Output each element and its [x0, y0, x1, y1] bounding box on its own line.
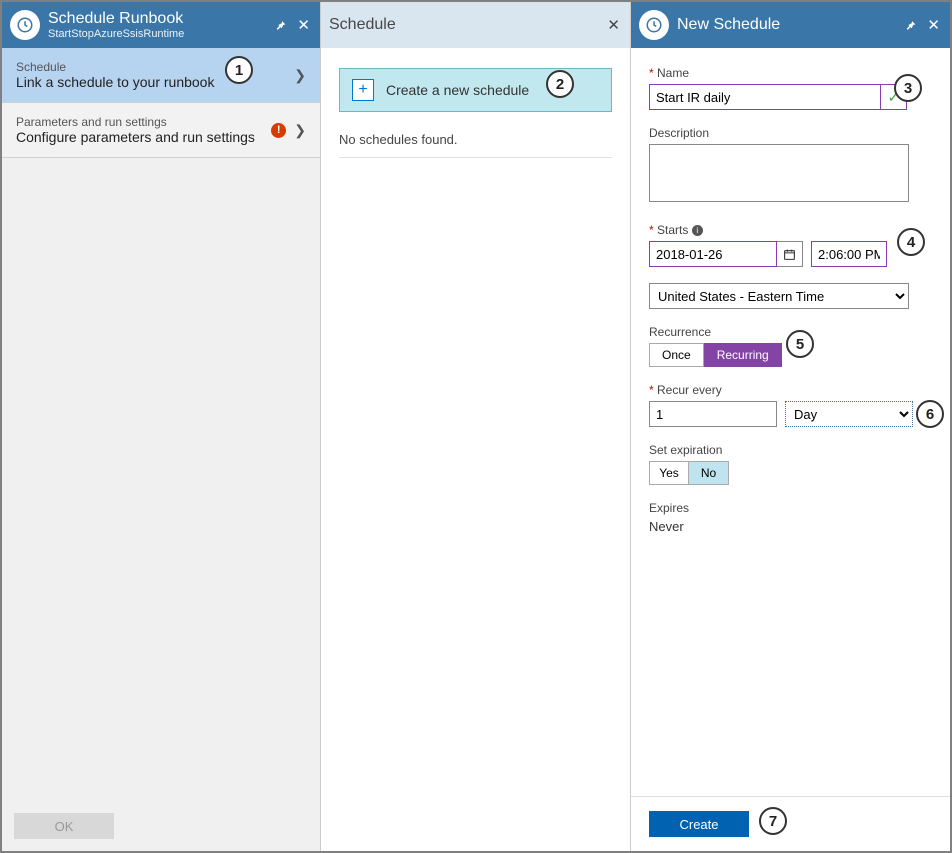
timezone-select[interactable]: United States - Eastern Time: [649, 283, 909, 309]
blade3-header: New Schedule ✕: [631, 2, 950, 48]
description-label: Description: [649, 126, 932, 140]
starts-label: Starts i: [649, 223, 932, 237]
callout-6: 6: [916, 400, 944, 428]
step-big: Link a schedule to your runbook: [16, 74, 214, 90]
blade2-header: Schedule ✕: [321, 2, 630, 48]
name-label: Name: [649, 66, 932, 80]
name-input[interactable]: [649, 84, 881, 110]
callout-5: 5: [786, 330, 814, 358]
blade-new-schedule: New Schedule ✕ Name ✓ Description: [631, 2, 950, 851]
step-big: Configure parameters and run settings: [16, 129, 255, 145]
callout-4: 4: [897, 228, 925, 256]
close-icon[interactable]: ✕: [607, 16, 620, 34]
expiration-yes[interactable]: Yes: [649, 461, 689, 485]
clock-icon: [10, 10, 40, 40]
start-date-input[interactable]: [649, 241, 777, 267]
close-icon[interactable]: ✕: [297, 16, 310, 34]
recur-count-input[interactable]: [649, 401, 777, 427]
close-icon[interactable]: ✕: [927, 16, 940, 34]
step-link-schedule[interactable]: Schedule Link a schedule to your runbook…: [2, 48, 320, 103]
chevron-right-icon: ❯: [294, 67, 306, 84]
callout-7: 7: [759, 807, 787, 835]
recurrence-once[interactable]: Once: [649, 343, 704, 367]
step-small: Parameters and run settings: [16, 115, 255, 129]
expires-value: Never: [649, 519, 932, 534]
blade-schedule-runbook: Schedule Runbook StartStopAzureSsisRunti…: [2, 2, 321, 851]
alert-icon: !: [271, 123, 286, 138]
plus-icon: +: [352, 79, 374, 101]
blade2-title: Schedule: [329, 16, 607, 34]
create-bar: Create: [631, 796, 950, 851]
callout-2: 2: [546, 70, 574, 98]
chevron-right-icon: ❯: [294, 122, 306, 139]
recur-every-label: Recur every: [649, 383, 932, 397]
blade1-header: Schedule Runbook StartStopAzureSsisRunti…: [2, 2, 320, 48]
step-small: Schedule: [16, 60, 214, 74]
create-button[interactable]: Create: [649, 811, 749, 837]
ok-button[interactable]: OK: [14, 813, 114, 839]
start-time-input[interactable]: [811, 241, 887, 267]
callout-3: 3: [894, 74, 922, 102]
blade1-title: Schedule Runbook: [48, 10, 274, 28]
blade1-subtitle: StartStopAzureSsisRuntime: [48, 28, 274, 40]
clock-icon: [639, 10, 669, 40]
callout-1: 1: [225, 56, 253, 84]
calendar-icon[interactable]: [777, 241, 803, 267]
ok-bar: OK: [2, 801, 320, 851]
description-input[interactable]: [649, 144, 909, 202]
expires-label: Expires: [649, 501, 932, 515]
expiration-toggle: Yes No: [649, 461, 932, 485]
blade-schedule: Schedule ✕ + Create a new schedule No sc…: [321, 2, 631, 851]
step-configure-params[interactable]: Parameters and run settings Configure pa…: [2, 103, 320, 158]
set-expiration-label: Set expiration: [649, 443, 932, 457]
recurrence-recurring[interactable]: Recurring: [704, 343, 782, 367]
pin-icon[interactable]: [904, 19, 917, 32]
expiration-no[interactable]: No: [689, 461, 729, 485]
no-schedules-message: No schedules found.: [339, 132, 612, 158]
blade3-title: New Schedule: [677, 16, 904, 34]
info-icon[interactable]: i: [692, 225, 703, 236]
pin-icon[interactable]: [274, 19, 287, 32]
create-new-schedule-label: Create a new schedule: [386, 82, 529, 98]
recur-unit-select[interactable]: Day: [785, 401, 913, 427]
